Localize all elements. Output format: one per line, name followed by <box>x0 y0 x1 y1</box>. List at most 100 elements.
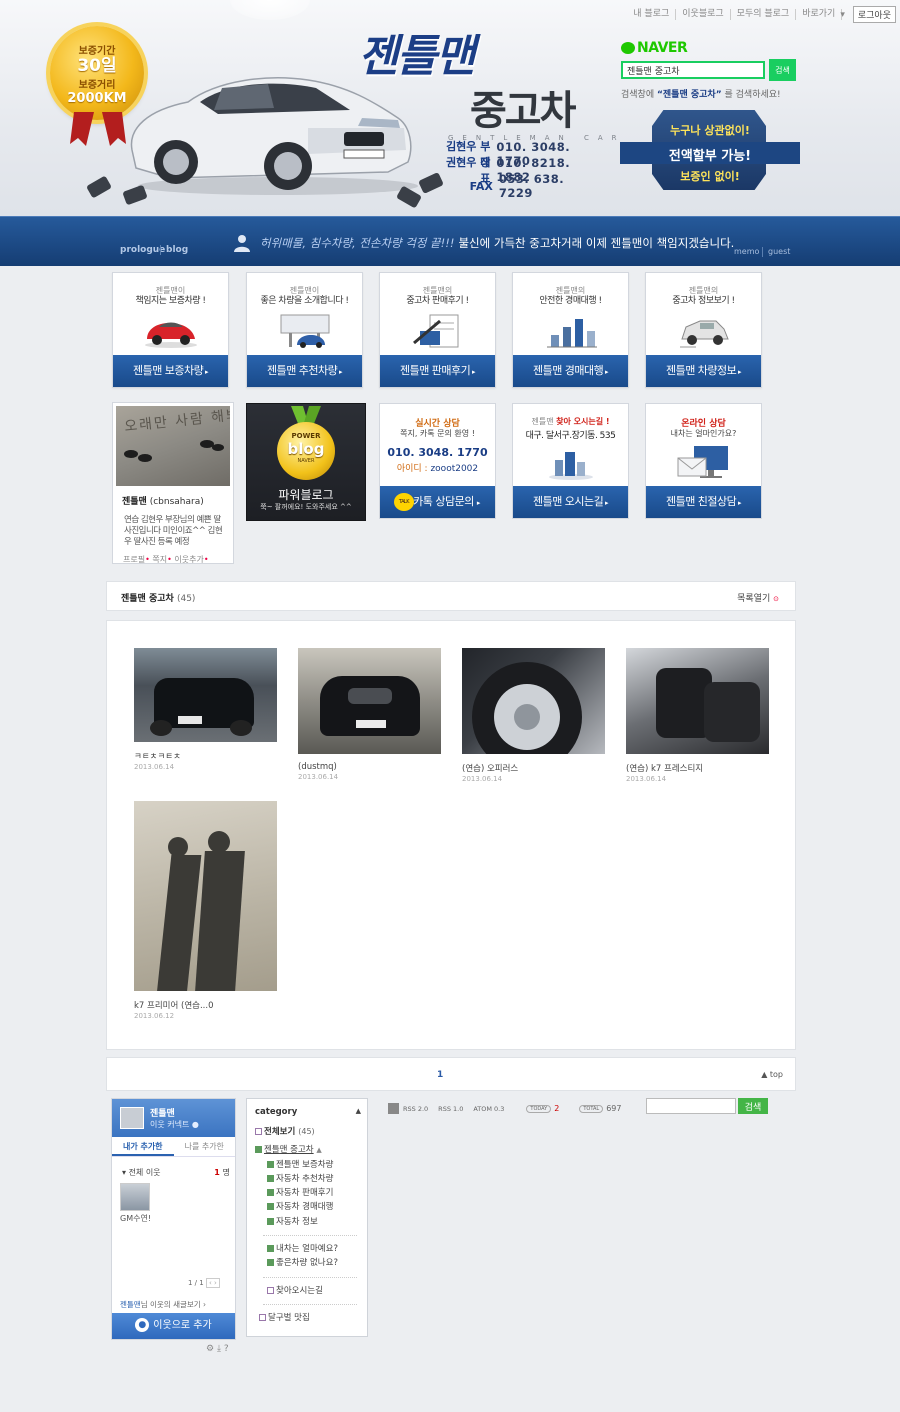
online-counsel-button[interactable]: 젠틀맨 친절상담 <box>646 486 761 518</box>
post-title[interactable]: (연습) k7 프레스티지 <box>626 762 769 774</box>
neighbor-blog-link[interactable]: 이웃블로그 <box>676 9 731 20</box>
guest-tab[interactable]: guest <box>768 247 790 256</box>
card-button[interactable]: 젠틀맨 경매대행 <box>513 355 628 387</box>
post-thumbnail[interactable] <box>298 648 441 754</box>
add-neighbor-link[interactable]: 이웃추가 <box>174 555 203 564</box>
folder-icon <box>267 1217 274 1225</box>
profile-photo[interactable]: 오래만 사람 해봐 <box>116 406 230 486</box>
card-button[interactable]: 젠틀맨 차량정보 <box>646 355 761 387</box>
logout-button[interactable]: 로그아웃 <box>852 6 896 23</box>
post-thumbnail[interactable] <box>134 801 277 991</box>
blog-tab[interactable]: blog <box>166 245 188 255</box>
gallery-item[interactable]: (dustmq) 2013.06.14 <box>298 648 441 781</box>
profile-name[interactable]: 젠틀맨 (cbnsahara) <box>122 494 230 507</box>
counsel-id-label: 아이디 : <box>396 464 428 474</box>
message-link[interactable]: 쪽지 <box>152 555 167 564</box>
blog-search-button[interactable]: 검색 <box>738 1098 768 1114</box>
post-title[interactable]: ㅋㅌㅊㅋㅌㅊ <box>134 750 277 762</box>
naver-logo: NAVER <box>621 40 801 56</box>
neighbor-thumbnail[interactable] <box>120 1183 150 1211</box>
realtime-counsel-card[interactable]: 실시간 상담 쪽지, 카톡 문의 환영 ! 010. 3048. 1770 아이… <box>379 403 496 519</box>
category-item[interactable]: 젠틀맨 보증차량 <box>255 1158 367 1172</box>
collapse-icon[interactable]: ▲ <box>356 1107 361 1115</box>
top-navigation: 내 블로그 이웃블로그 모두의 블로그 바로가기 ▾ 로그아웃 <box>627 6 896 23</box>
post-title[interactable]: k7 프리미어 (연습...0 <box>134 999 277 1011</box>
avatar[interactable] <box>120 1107 144 1129</box>
shortcut-menu[interactable]: 바로가기 <box>796 9 843 20</box>
blog-search-input[interactable] <box>646 1098 736 1114</box>
open-list-button[interactable]: 목록열기 ⊙ <box>737 591 779 604</box>
post-thumbnail[interactable] <box>626 648 769 754</box>
gallery-item[interactable]: ㅋㅌㅊㅋㅌㅊ 2013.06.14 <box>134 648 277 771</box>
blog-menu-bar: prologue blog 허위매물, 침수차량, 전손차량 걱정 끝!!! 불… <box>0 216 900 266</box>
gear-icon[interactable]: ⚙ <box>206 1344 214 1354</box>
post-title[interactable]: (dustmq) <box>298 762 441 772</box>
neighbor-news-link[interactable]: 젠틀맨님 이웃의 새글보기 › <box>120 1299 206 1310</box>
tip-keyword: “젠틀맨 중고차” <box>656 90 722 100</box>
category-item[interactable]: 찾아오시는길 <box>255 1284 367 1298</box>
my-blog-link[interactable]: 내 블로그 <box>627 9 677 20</box>
post-thumbnail[interactable] <box>134 648 277 742</box>
atom-link[interactable]: ATOM 0.3 <box>473 1105 504 1113</box>
power-blog-banner[interactable]: POWER blog NAVER 파워블로그 쭉~ 팔꺼에요! 도와주세요 ^^ <box>246 403 366 521</box>
memo-tab[interactable]: memo <box>734 247 759 256</box>
folder-icon <box>255 1128 262 1135</box>
medal-warranty-period-label: 보증기간 <box>78 46 116 57</box>
kakao-counsel-button[interactable]: TALK 카톡 상담문의 <box>380 486 495 518</box>
collapse-icon[interactable]: ▲ <box>316 1146 321 1154</box>
neighbor-thumbnail-label[interactable]: GM수연! <box>120 1213 151 1224</box>
rss1-link[interactable]: RSS 1.0 <box>438 1105 463 1113</box>
help-icon[interactable]: ? <box>224 1344 229 1354</box>
neighbor-connect[interactable]: 이웃 커넥트 ● <box>150 1119 199 1130</box>
tab-added-by-me[interactable]: 내가 추가한 <box>112 1137 174 1156</box>
download-icon[interactable]: ⤓ <box>217 1344 221 1354</box>
tab-added-me[interactable]: 나를 추가한 <box>174 1137 236 1156</box>
profile-link[interactable]: 프로필 <box>123 555 145 564</box>
all-neighbors-row[interactable]: ▾ 전체 이웃 1 명 <box>122 1167 230 1178</box>
everyone-blog-link[interactable]: 모두의 블로그 <box>731 9 797 20</box>
category-label: 좋은차량 없나요? <box>276 1258 338 1269</box>
category-item[interactable]: 자동차 추천차량 <box>255 1172 367 1186</box>
category-item[interactable]: 자동차 정보 <box>255 1215 367 1229</box>
directions-button[interactable]: 젠틀맨 오시는길 <box>513 486 628 518</box>
category-item[interactable]: 젠틀맨 중고차 ▲ <box>255 1143 367 1157</box>
category-item[interactable]: 내차는 얼마예요? <box>255 1242 367 1256</box>
category-all[interactable]: 전체보기 (45) <box>255 1125 367 1139</box>
post-thumbnail[interactable] <box>462 648 605 754</box>
card-button[interactable]: 젠틀맨 판매후기 <box>380 355 495 387</box>
category-item[interactable]: 좋은차량 없나요? <box>255 1256 367 1270</box>
camera-icon <box>418 172 444 194</box>
counsel-phone: 010. 3048. 1770 <box>387 446 488 459</box>
rss-icon[interactable] <box>388 1103 399 1114</box>
menu-card-info[interactable]: 젠틀맨의 중고차 정보보기 ! 젠틀맨 차량정보 <box>645 272 762 388</box>
gallery-item[interactable]: k7 프리미어 (연습...0 2013.06.12 <box>134 801 277 1020</box>
brand-title-gentleman: 젠틀맨 <box>358 31 475 82</box>
online-counsel-card[interactable]: 온라인 상담 내차는 얼마인가요? 젠틀맨 친절상담 <box>645 403 762 519</box>
buildings-icon <box>549 452 593 480</box>
prev-next-icon[interactable]: ‹ › <box>205 1278 220 1288</box>
neighbor-connect-label: 이웃 커넥트 <box>150 1120 190 1129</box>
prologue-tab[interactable]: prologue <box>120 245 165 255</box>
card-title: 중고차 판매후기 ! <box>406 296 469 306</box>
post-title[interactable]: (연습) 오피러스 <box>462 762 605 774</box>
menu-card-reviews[interactable]: 젠틀맨의 중고차 판매후기 ! 젠틀맨 판매후기 <box>379 272 496 388</box>
card-button[interactable]: 젠틀맨 보증차량 <box>113 355 228 387</box>
naver-search-button[interactable]: 검색 <box>769 59 796 81</box>
menu-card-warranty[interactable]: 젠틀맨이 책임지는 보증차량 ! 젠틀맨 보증차량 <box>112 272 229 388</box>
category-item[interactable]: 자동차 판매후기 <box>255 1186 367 1200</box>
rss2-link[interactable]: RSS 2.0 <box>403 1105 428 1113</box>
naver-search-input[interactable] <box>621 61 765 79</box>
back-to-top-link[interactable]: ▲ top <box>761 1070 783 1079</box>
page-number[interactable]: 1 <box>437 1070 443 1080</box>
directions-card[interactable]: 젠틀맨 찾아 오시는길 ! 대구. 달서구.장기동. 535 젠틀맨 오시는길 <box>512 403 629 519</box>
add-neighbor-button[interactable]: ● 이웃으로 추가 <box>112 1313 235 1339</box>
gallery-item[interactable]: (연습) 오피러스 2013.06.14 <box>462 648 605 783</box>
category-item[interactable]: 달구벌 맛집 <box>255 1311 367 1325</box>
category-item[interactable]: 자동차 경매대행 <box>255 1200 367 1214</box>
menu-card-recommend[interactable]: 젠틀맨이 좋은 차량을 소개합니다 ! 젠틀맨 추천차량 <box>246 272 363 388</box>
bar-chart-icon <box>547 319 597 348</box>
menu-card-auction[interactable]: 젠틀맨의 안전한 경매대행 ! 젠틀맨 경매대행 <box>512 272 629 388</box>
neighbor-tabs: 내가 추가한 나를 추가한 <box>112 1137 235 1157</box>
card-button[interactable]: 젠틀맨 추천차량 <box>247 355 362 387</box>
gallery-item[interactable]: (연습) k7 프레스티지 2013.06.14 <box>626 648 769 783</box>
